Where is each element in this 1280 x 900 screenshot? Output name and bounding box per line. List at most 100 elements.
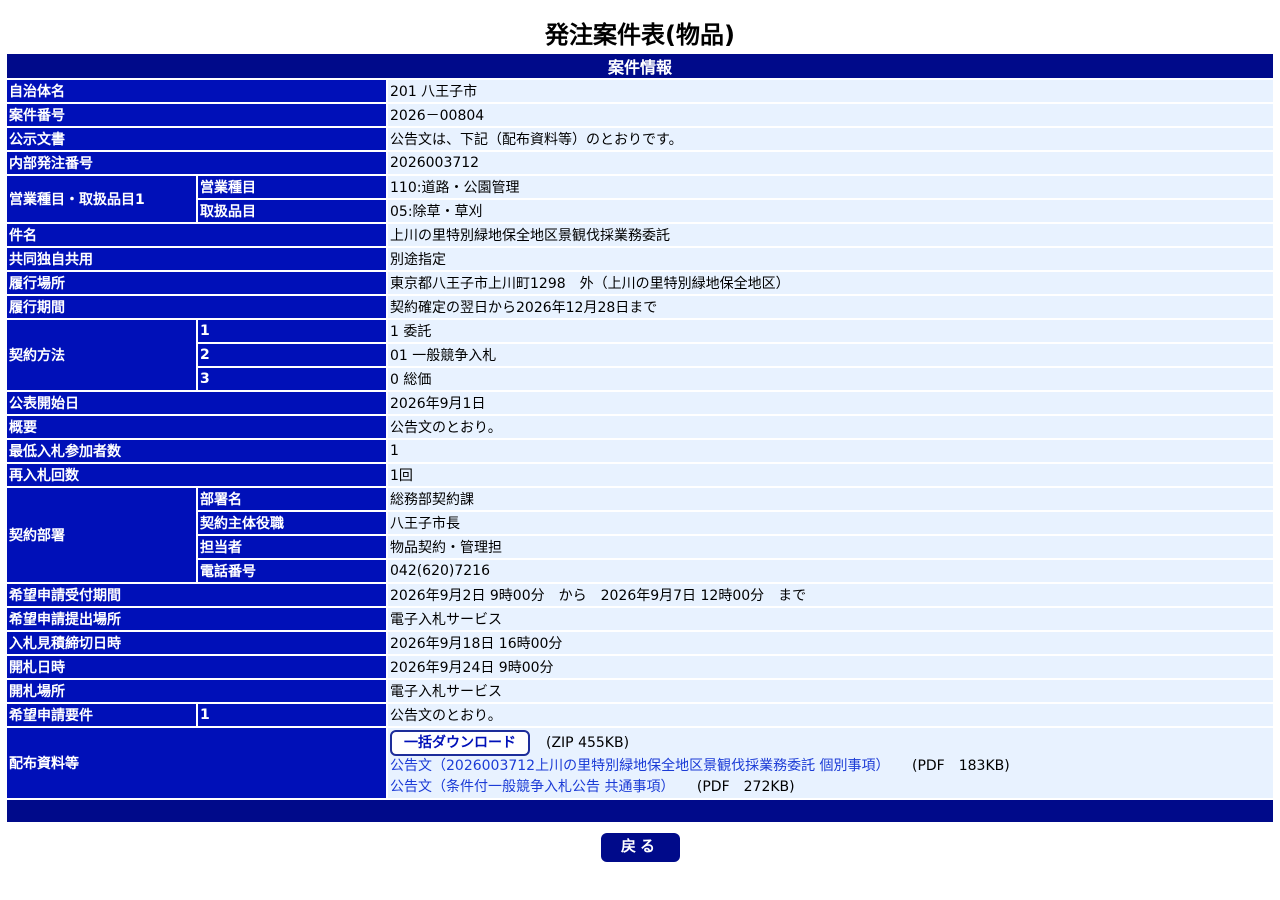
doc1-link[interactable]: 公告文（2026003712上川の里特別緑地保全地区景観伐採業務委託 個別事項） bbox=[390, 758, 890, 774]
row-dept-name: 契約部署 部署名 総務部契約課 bbox=[7, 487, 1273, 584]
back-button[interactable]: 戻る bbox=[600, 833, 680, 862]
row-municipality: 自治体名 201 八王子市 bbox=[7, 79, 1273, 104]
dept-name-label: 部署名 bbox=[197, 487, 388, 512]
row-contract-method-3: 3 0 総価 bbox=[7, 367, 1273, 392]
min-bidders-value: 1 bbox=[387, 439, 1273, 464]
row-joint-use: 共同独自共用 別途指定 bbox=[7, 247, 1273, 272]
business-category-label: 営業種目・取扱品目1 bbox=[7, 175, 198, 224]
page-title: 発注案件表(物品) bbox=[545, 21, 735, 49]
internal-order-number-value: 2026003712 bbox=[387, 151, 1273, 176]
row-subject: 件名 上川の里特別緑地保全地区景観伐採業務委託 bbox=[7, 223, 1273, 248]
doc2-row: 公告文（条件付一般競争入札公告 共通事項） (PDF 272KB) bbox=[390, 777, 1271, 797]
rebid-count-value: 1回 bbox=[387, 463, 1273, 488]
location-value: 東京都八王子市上川町1298 外（上川の里特別緑地保全地区） bbox=[387, 271, 1273, 296]
distribution-label: 配布資料等 bbox=[7, 727, 388, 800]
row-opening-place: 開札場所 電子入札サービス bbox=[7, 679, 1273, 704]
bulk-download-row: 一括ダウンロード (ZIP 455KB) bbox=[390, 728, 1271, 756]
location-label: 履行場所 bbox=[7, 271, 388, 296]
dept-name-value: 総務部契約課 bbox=[387, 487, 1273, 512]
case-number-label: 案件番号 bbox=[7, 103, 388, 128]
business-type-label: 営業種目 bbox=[197, 175, 388, 200]
municipality-value: 201 八王子市 bbox=[387, 79, 1273, 104]
publish-start-value: 2026年9月1日 bbox=[387, 391, 1273, 416]
row-person: 担当者 物品契約・管理担 bbox=[7, 535, 1273, 560]
application-requirements-value: 公告文のとおり。 bbox=[387, 703, 1273, 728]
public-notice-label: 公示文書 bbox=[7, 127, 388, 152]
row-application-period: 希望申請受付期間 2026年9月2日 9時00分 から 2026年9月7日 12… bbox=[7, 583, 1273, 608]
bulk-download-button[interactable]: 一括ダウンロード bbox=[390, 730, 530, 756]
row-bid-deadline: 入札見積締切日時 2026年9月18日 16時00分 bbox=[7, 631, 1273, 656]
opening-datetime-value: 2026年9月24日 9時00分 bbox=[387, 655, 1273, 680]
handling-item-value: 05:除草・草刈 bbox=[387, 199, 1273, 224]
doc1-size: (PDF 183KB) bbox=[911, 758, 1010, 774]
application-requirements-num: 1 bbox=[197, 703, 388, 728]
row-rebid-count: 再入札回数 1回 bbox=[7, 463, 1273, 488]
contract-principal-label: 契約主体役職 bbox=[197, 511, 388, 536]
row-contract-method-2: 2 01 一般競争入札 bbox=[7, 343, 1273, 368]
bulk-download-size: (ZIP 455KB) bbox=[546, 735, 630, 751]
contract-method-num-2: 2 bbox=[197, 343, 388, 368]
bid-deadline-value: 2026年9月18日 16時00分 bbox=[387, 631, 1273, 656]
joint-use-value: 別途指定 bbox=[387, 247, 1273, 272]
row-period: 履行期間 契約確定の翌日から2026年12月28日まで bbox=[7, 295, 1273, 320]
person-label: 担当者 bbox=[197, 535, 388, 560]
row-public-notice: 公示文書 公告文は、下記（配布資料等）のとおりです。 bbox=[7, 127, 1273, 152]
footer-bar bbox=[7, 799, 1273, 824]
joint-use-label: 共同独自共用 bbox=[7, 247, 388, 272]
row-phone: 電話番号 042(620)7216 bbox=[7, 559, 1273, 584]
subject-label: 件名 bbox=[7, 223, 388, 248]
bid-deadline-label: 入札見積締切日時 bbox=[7, 631, 388, 656]
phone-label: 電話番号 bbox=[197, 559, 388, 584]
row-case-number: 案件番号 2026－00804 bbox=[7, 103, 1273, 128]
phone-value: 042(620)7216 bbox=[387, 559, 1273, 584]
contract-method-value-3: 0 総価 bbox=[387, 367, 1273, 392]
subject-value: 上川の里特別緑地保全地区景観伐採業務委託 bbox=[387, 223, 1273, 248]
period-label: 履行期間 bbox=[7, 295, 388, 320]
application-place-value: 電子入札サービス bbox=[387, 607, 1273, 632]
row-min-bidders: 最低入札参加者数 1 bbox=[7, 439, 1273, 464]
application-period-label: 希望申請受付期間 bbox=[7, 583, 388, 608]
application-period-value: 2026年9月2日 9時00分 から 2026年9月7日 12時00分 まで bbox=[387, 583, 1273, 608]
row-contract-method-1: 契約方法 1 1 委託 bbox=[7, 319, 1273, 392]
row-publish-start: 公表開始日 2026年9月1日 bbox=[7, 391, 1273, 416]
row-internal-order-number: 内部発注番号 2026003712 bbox=[7, 151, 1273, 176]
business-type-value: 110:道路・公園管理 bbox=[387, 175, 1273, 200]
summary-label: 概要 bbox=[7, 415, 388, 440]
opening-place-label: 開札場所 bbox=[7, 679, 388, 704]
period-value: 契約確定の翌日から2026年12月28日まで bbox=[387, 295, 1273, 320]
row-distribution: 配布資料等 一括ダウンロード (ZIP 455KB) 公告文（2026003712… bbox=[7, 727, 1273, 800]
contract-method-label: 契約方法 bbox=[7, 319, 198, 392]
row-location: 履行場所 東京都八王子市上川町1298 外（上川の里特別緑地保全地区） bbox=[7, 271, 1273, 296]
opening-place-value: 電子入札サービス bbox=[387, 679, 1273, 704]
handling-item-label: 取扱品目 bbox=[197, 199, 388, 224]
doc1-row: 公告文（2026003712上川の里特別緑地保全地区景観伐採業務委託 個別事項）… bbox=[390, 756, 1271, 777]
row-application-place: 希望申請提出場所 電子入札サービス bbox=[7, 607, 1273, 632]
case-number-value: 2026－00804 bbox=[387, 103, 1273, 128]
application-requirements-label: 希望申請要件 bbox=[7, 703, 198, 728]
publish-start-label: 公表開始日 bbox=[7, 391, 388, 416]
row-opening-datetime: 開札日時 2026年9月24日 9時00分 bbox=[7, 655, 1273, 680]
row-business-type: 営業種目・取扱品目1 営業種目 110:道路・公園管理 bbox=[7, 175, 1273, 224]
row-summary: 概要 公告文のとおり。 bbox=[7, 415, 1273, 440]
row-footer-bar bbox=[7, 799, 1273, 824]
contract-dept-label: 契約部署 bbox=[7, 487, 198, 584]
contract-method-num-1: 1 bbox=[197, 319, 388, 344]
public-notice-value: 公告文は、下記（配布資料等）のとおりです。 bbox=[387, 127, 1273, 152]
row-contract-principal: 契約主体役職 八王子市長 bbox=[7, 511, 1273, 536]
contract-method-num-3: 3 bbox=[197, 367, 388, 392]
opening-datetime-label: 開札日時 bbox=[7, 655, 388, 680]
distribution-value: 一括ダウンロード (ZIP 455KB) 公告文（2026003712上川の里特別… bbox=[387, 727, 1273, 800]
contract-method-value-2: 01 一般競争入札 bbox=[387, 343, 1273, 368]
municipality-label: 自治体名 bbox=[7, 79, 388, 104]
person-value: 物品契約・管理担 bbox=[387, 535, 1273, 560]
section-title: 案件情報 bbox=[7, 54, 1273, 80]
internal-order-number-label: 内部発注番号 bbox=[7, 151, 388, 176]
min-bidders-label: 最低入札参加者数 bbox=[7, 439, 388, 464]
row-application-requirements: 希望申請要件 1 公告文のとおり。 bbox=[7, 703, 1273, 728]
contract-method-value-1: 1 委託 bbox=[387, 319, 1273, 344]
case-info-table: 案件情報 自治体名 201 八王子市 案件番号 2026－00804 公示文書 … bbox=[7, 54, 1273, 824]
application-place-label: 希望申請提出場所 bbox=[7, 607, 388, 632]
doc2-link[interactable]: 公告文（条件付一般競争入札公告 共通事項） bbox=[390, 779, 674, 795]
doc2-size: (PDF 272KB) bbox=[696, 779, 795, 795]
summary-value: 公告文のとおり。 bbox=[387, 415, 1273, 440]
